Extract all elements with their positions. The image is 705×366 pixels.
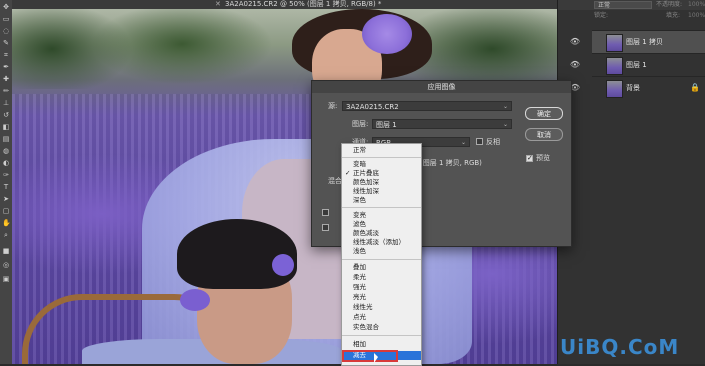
preview-label: 预览 — [536, 154, 550, 162]
layer-thumbnail — [606, 80, 623, 98]
dialog-title: 应用图像 — [312, 81, 571, 93]
screen-mode-icon[interactable]: ▣ — [2, 276, 10, 283]
pen-tool-icon[interactable]: ✑ — [2, 172, 10, 179]
layer-name: 背景 — [626, 84, 640, 92]
eyedropper-tool-icon[interactable]: ✒ — [2, 64, 10, 71]
blur-tool-icon[interactable]: ◍ — [2, 148, 10, 155]
annotation-highlight-box — [342, 350, 398, 362]
ok-button[interactable]: 确定 — [525, 107, 563, 120]
mask-checkbox[interactable] — [322, 224, 329, 231]
photo-flower-in-hair — [272, 254, 294, 276]
layer-blend-mode-select[interactable]: 正常 — [594, 1, 652, 9]
lasso-tool-icon[interactable]: ◌ — [2, 28, 10, 35]
watermark-logo: UiBQ.CoM — [560, 335, 680, 359]
close-tab-icon[interactable]: ✕ — [215, 0, 221, 9]
eye-icon[interactable]: 👁 — [560, 37, 590, 46]
move-tool-icon[interactable]: ✥ — [2, 4, 10, 11]
document-title: 3A2A0215.CR2 @ 50% (图层 1 拷贝, RGB/8) * — [225, 0, 382, 8]
mouse-cursor-icon — [374, 353, 378, 363]
eraser-tool-icon[interactable]: ◧ — [2, 124, 10, 131]
stamp-tool-icon[interactable]: ⊥ — [2, 100, 10, 107]
source-select[interactable]: 3A2A0215.CR2 ⌄ — [342, 101, 512, 111]
chevron-down-icon: ⌄ — [460, 139, 466, 146]
opacity-label: 不透明度: — [656, 1, 683, 8]
target-text: (图层 1 拷贝, RGB) — [420, 159, 482, 167]
layer-row[interactable]: 👁 图层 1 拷贝 — [570, 30, 705, 53]
photo-lavender-in-hand — [180, 289, 210, 311]
menu-item-color-dodge[interactable]: 颜色减淡 — [342, 229, 421, 238]
layer-row[interactable]: 👁 背景 🔒 — [570, 76, 705, 99]
menu-item-normal[interactable]: 正常 — [342, 146, 421, 155]
path-select-tool-icon[interactable]: ➤ — [2, 196, 10, 203]
layers-panel: 正常 不透明度: 100% 锁定: 填充: 100% 👁 图层 1 拷贝 👁 图… — [557, 0, 705, 364]
chevron-down-icon: ⌄ — [502, 121, 508, 128]
menu-separator — [342, 335, 421, 336]
layer-name: 图层 1 拷贝 — [626, 38, 663, 46]
photo-hair-flower — [362, 14, 412, 54]
cancel-button[interactable]: 取消 — [525, 128, 563, 141]
dodge-tool-icon[interactable]: ◐ — [2, 160, 10, 167]
menu-item-screen[interactable]: 滤色 — [342, 220, 421, 229]
menu-item-linear-light[interactable]: 线性光 — [342, 303, 421, 312]
fill-value[interactable]: 100% — [688, 12, 705, 20]
menu-item-linear-dodge[interactable]: 线性减淡（添加） — [342, 238, 421, 247]
lock-row: 锁定: 填充: 100% — [558, 11, 705, 21]
layer-value: 图层 1 — [376, 121, 397, 129]
layer-thumbnail — [606, 34, 623, 52]
marquee-tool-icon[interactable]: ▭ — [2, 16, 10, 23]
lock-icon: 🔒 — [690, 83, 700, 92]
menu-item-darken[interactable]: 变暗 — [342, 160, 421, 169]
menu-item-hard-mix[interactable]: 实色混合 — [342, 323, 421, 332]
eye-icon[interactable]: 👁 — [560, 60, 590, 69]
layer-row[interactable]: 👁 图层 1 — [570, 53, 705, 76]
zoom-tool-icon[interactable]: ⌕ — [2, 232, 10, 239]
menu-item-hard-light[interactable]: 强光 — [342, 283, 421, 292]
history-brush-tool-icon[interactable]: ↺ — [2, 112, 10, 119]
menu-item-lighter-color[interactable]: 浅色 — [342, 247, 421, 256]
menu-separator — [342, 259, 421, 260]
foreground-color-icon[interactable]: ■ — [2, 248, 10, 255]
preserve-transparency-checkbox[interactable] — [322, 209, 329, 216]
photo-trees — [12, 9, 557, 89]
chevron-down-icon: ⌄ — [502, 103, 508, 110]
preview-checkbox[interactable] — [526, 154, 533, 162]
menu-item-lighten[interactable]: 变亮 — [342, 211, 421, 220]
source-label: 源: — [328, 102, 338, 110]
layer-name: 图层 1 — [626, 61, 647, 69]
crop-tool-icon[interactable]: ⌗ — [2, 52, 10, 59]
layers-options-row: 正常 不透明度: 100% — [558, 0, 705, 10]
source-value: 3A2A0215.CR2 — [346, 103, 399, 111]
quick-select-tool-icon[interactable]: ✎ — [2, 40, 10, 47]
invert-label: 反相 — [486, 138, 500, 146]
layer-thumbnail — [606, 57, 623, 75]
hand-tool-icon[interactable]: ✋ — [2, 220, 11, 227]
menu-item-vivid-light[interactable]: 亮光 — [342, 293, 421, 302]
gradient-tool-icon[interactable]: ▤ — [2, 136, 10, 143]
blending-label: 混合 — [328, 177, 342, 185]
menu-item-overlay[interactable]: 叠加 — [342, 263, 421, 272]
invert-checkbox[interactable] — [476, 138, 483, 145]
blend-mode-menu: 正常 变暗 正片叠底 颜色加深 线性加深 深色 变亮 滤色 颜色减淡 线性减淡（… — [341, 143, 422, 366]
menu-item-add[interactable]: 相加 — [342, 340, 421, 349]
menu-separator — [342, 157, 421, 158]
type-tool-icon[interactable]: T — [2, 184, 10, 191]
menu-item-color-burn[interactable]: 颜色加深 — [342, 178, 421, 187]
opacity-value[interactable]: 100% — [688, 1, 705, 9]
menu-item-pin-light[interactable]: 点光 — [342, 313, 421, 322]
healing-tool-icon[interactable]: ✚ — [2, 76, 10, 83]
layer-select[interactable]: 图层 1 ⌄ — [372, 119, 512, 129]
menu-item-soft-light[interactable]: 柔光 — [342, 273, 421, 282]
lock-label: 锁定: — [594, 12, 609, 19]
layer-label: 图层: — [352, 120, 369, 128]
brush-tool-icon[interactable]: ✏ — [2, 88, 10, 95]
quick-mask-icon[interactable]: ◎ — [2, 262, 10, 269]
shape-tool-icon[interactable]: ▢ — [2, 208, 10, 215]
menu-item-darker-color[interactable]: 深色 — [342, 196, 421, 205]
menu-separator — [342, 207, 421, 208]
menu-item-linear-burn[interactable]: 线性加深 — [342, 187, 421, 196]
menu-item-multiply[interactable]: 正片叠底 — [342, 169, 421, 178]
fill-label: 填充: — [666, 12, 681, 19]
